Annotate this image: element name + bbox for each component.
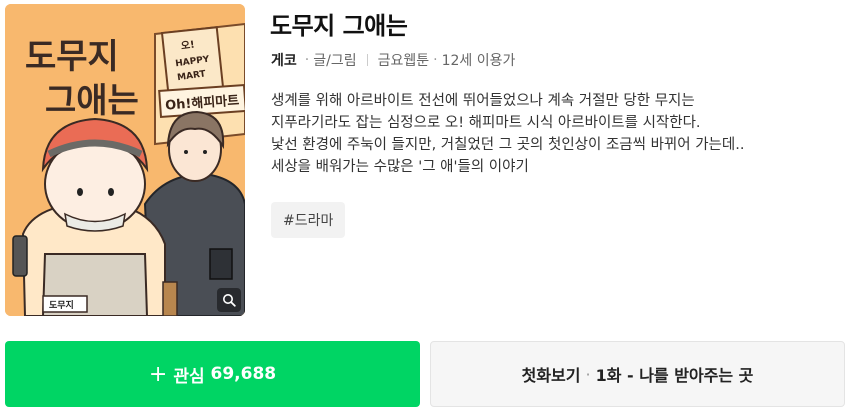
genre-tag[interactable]: #드라마 <box>271 202 346 238</box>
meta-divider <box>366 54 368 66</box>
first-episode-label: 첫화보기 <box>521 366 581 385</box>
schedule-link[interactable]: 금요웹툰 <box>378 50 430 70</box>
zoom-button[interactable] <box>217 288 241 312</box>
cover-sign-top: 오! <box>180 39 195 53</box>
first-episode-title: 1화 - 나를 받아주는 곳 <box>595 366 754 385</box>
cover-title-line2: 그애는 <box>45 81 139 121</box>
interest-button[interactable]: + 관심 69,688 <box>5 341 420 407</box>
meta-separator-dot: · <box>433 52 438 68</box>
age-rating: 12세 이용가 <box>441 53 516 69</box>
separator-dot: · <box>585 364 591 384</box>
author-link[interactable]: 게코 <box>271 50 297 70</box>
page-title: 도무지 그애는 <box>270 12 408 40</box>
cover-illustration: 오! HAPPY MART Oh!해피마트 도무지 그애는 도무지 <box>5 4 245 316</box>
meta-separator-dot: · <box>304 52 310 68</box>
description: 생계를 위해 아르바이트 전선에 뛰어들었으나 계속 거절만 당한 무지는 지푸… <box>271 90 841 178</box>
description-line: 생계를 위해 아르바이트 전선에 뛰어들었으나 계속 거절만 당한 무지는 <box>271 93 695 109</box>
cover-title-line1: 도무지 <box>25 37 119 77</box>
cover-name-tag: 도무지 <box>49 299 74 311</box>
first-episode-button[interactable]: 첫화보기 · 1화 - 나를 받아주는 곳 <box>430 341 845 407</box>
meta-row: 게코 · 글/그림 금요웹툰 · 12세 이용가 <box>271 50 515 70</box>
description-line: 세상을 배워가는 수많은 '그 애'들의 이야기 <box>271 159 529 175</box>
thumbnail-cover[interactable]: 오! HAPPY MART Oh!해피마트 도무지 그애는 도무지 <box>5 4 245 316</box>
plus-icon: + <box>148 361 168 387</box>
author-role: 글/그림 <box>313 53 357 69</box>
interest-label: 관심 <box>173 366 205 387</box>
description-line: 지푸라기라도 잡는 심정으로 오! 해피마트 시식 아르바이트를 시작한다. <box>271 115 701 131</box>
description-line: 낯선 환경에 주눅이 들지만, 거칠었던 그 곳의 첫인상이 조금씩 바뀌어 가… <box>271 137 745 153</box>
interest-count: 69,688 <box>210 364 277 384</box>
magnifier-icon <box>223 294 236 307</box>
